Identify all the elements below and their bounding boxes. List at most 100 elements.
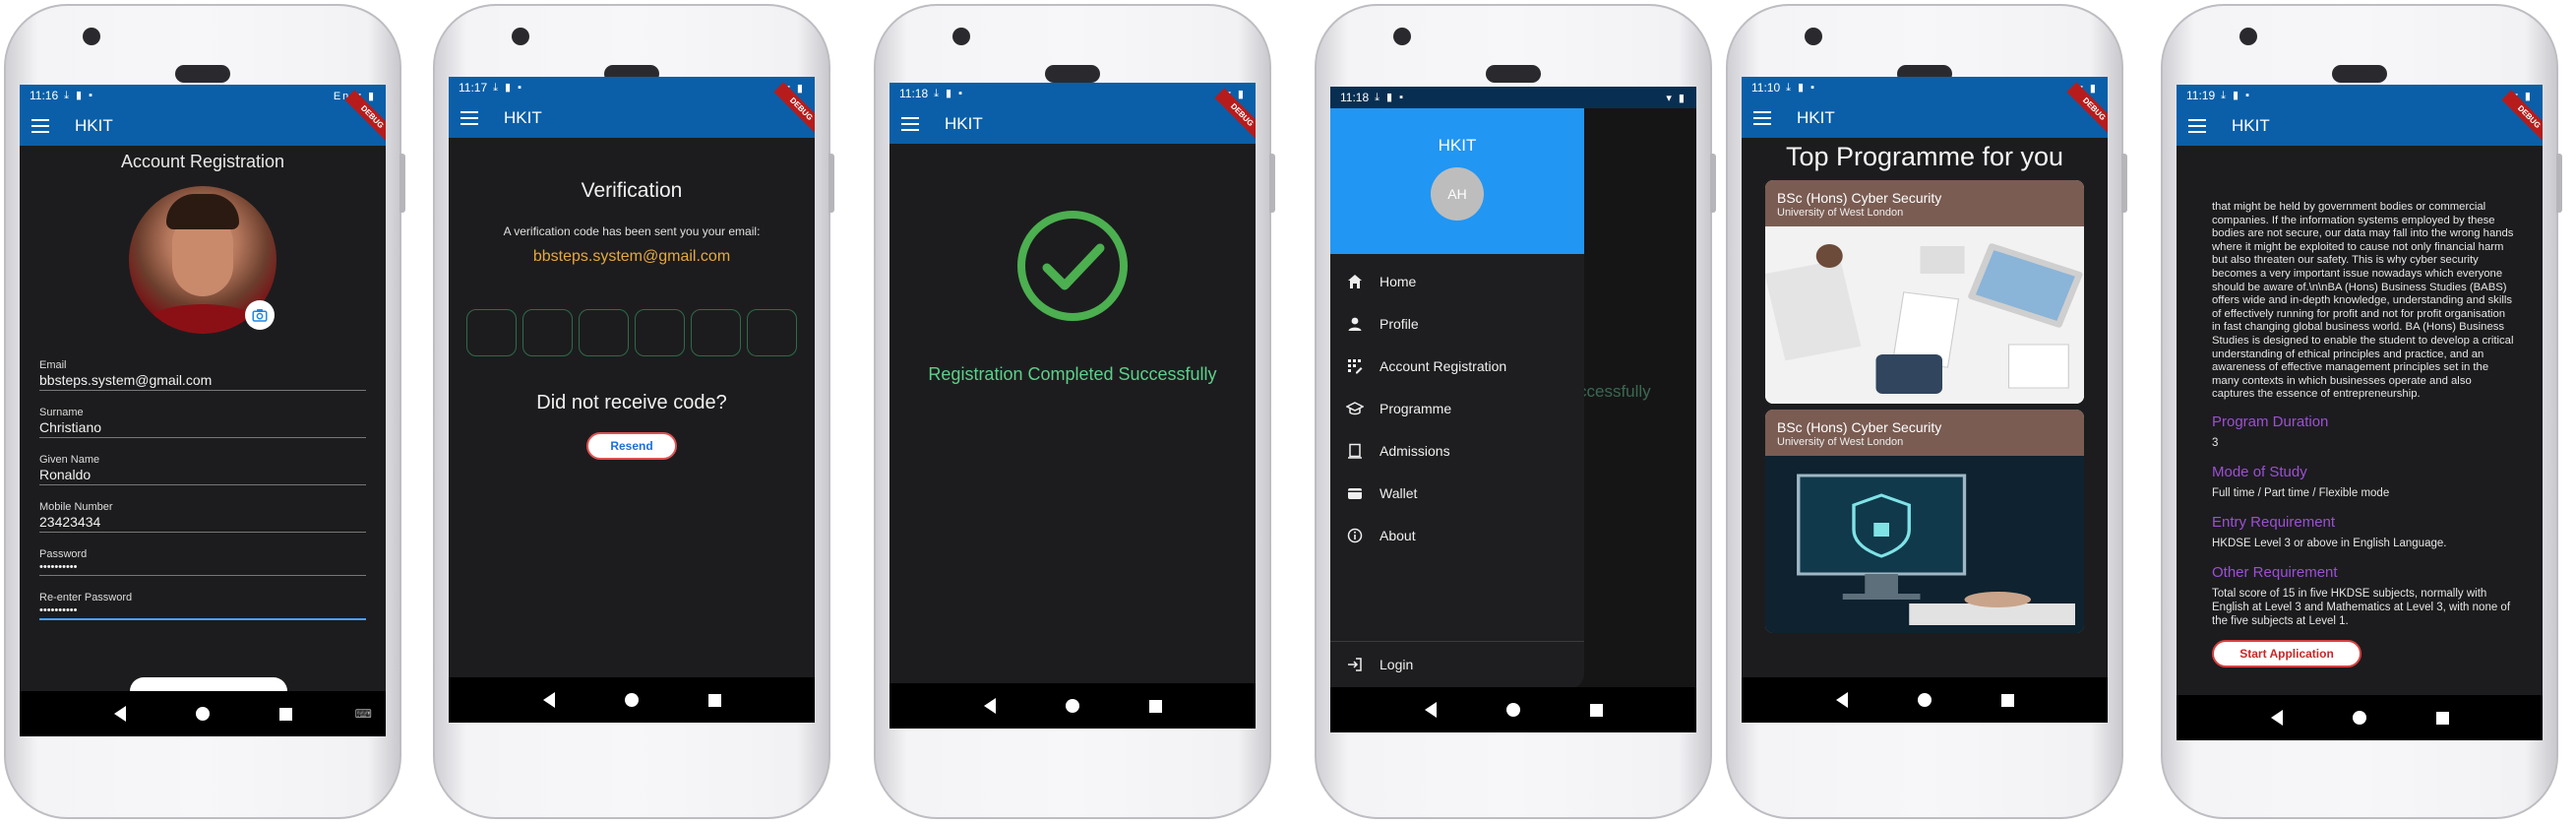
notification-icons: ⤓ ▮ ▪ xyxy=(493,82,524,94)
phone-programmes: 11:10 ⤓ ▮ ▪ ▾ ▮ HKIT DEBUG Top Programme… xyxy=(1726,4,2127,819)
menu-icon[interactable] xyxy=(901,117,919,131)
front-camera xyxy=(2239,28,2257,45)
power-button xyxy=(1269,154,1275,213)
card-image-cyber-security xyxy=(1765,456,2084,633)
admissions-icon xyxy=(1344,440,1366,462)
drawer-item-wallet[interactable]: Wallet xyxy=(1330,472,1584,514)
power-button xyxy=(399,154,405,213)
drawer-item-login[interactable]: Login xyxy=(1330,643,1584,685)
drawer-item-account-registration[interactable]: Account Registration xyxy=(1330,345,1584,387)
user-avatar[interactable]: AH xyxy=(1431,167,1484,221)
field-label: Re-enter Password xyxy=(39,592,133,603)
menu-icon[interactable] xyxy=(31,119,49,133)
home-icon[interactable] xyxy=(624,693,639,707)
page-title: Account Registration xyxy=(120,152,285,171)
description-scroll[interactable]: that might be held by government bodies … xyxy=(2177,146,2543,406)
recents-icon[interactable] xyxy=(2435,711,2449,725)
status-bar: 11:19 ⤓ ▮ ▪ ▾ ▮ xyxy=(2177,85,2543,106)
drawer-item-label: Programme xyxy=(1380,400,1452,416)
mobile-number-field[interactable]: Mobile Number 23423434 xyxy=(39,501,366,533)
drawer-item-profile[interactable]: Profile xyxy=(1330,302,1584,345)
info-icon xyxy=(1344,525,1366,546)
password-field[interactable]: Password •••••••••• xyxy=(39,548,366,576)
phone-programme-detail: 11:19 ⤓ ▮ ▪ ▾ ▮ HKIT DEBUG that might be… xyxy=(2161,4,2562,819)
card-header: BSc (Hons) Cyber Security University of … xyxy=(1765,410,2084,456)
code-digit-box[interactable] xyxy=(635,309,685,356)
system-nav-bar xyxy=(449,677,815,723)
home-icon[interactable] xyxy=(1065,699,1079,713)
card-title: BSc (Hons) Cyber Security xyxy=(1777,190,1942,206)
app-title: HKIT xyxy=(1797,108,1835,127)
camera-icon[interactable] xyxy=(245,300,275,330)
code-digit-box[interactable] xyxy=(466,309,517,356)
success-message: Registration Completed Successfully xyxy=(928,364,1217,384)
drawer-item-admissions[interactable]: Admissions xyxy=(1330,429,1584,472)
home-icon[interactable] xyxy=(2352,711,2366,725)
back-icon[interactable] xyxy=(1835,692,1848,708)
navigation-drawer: HKIT AH Home Profile Account Registratio… xyxy=(1330,108,1584,689)
notification-icons: ⤓ ▮ ▪ xyxy=(934,88,965,99)
screen: 11:10 ⤓ ▮ ▪ ▾ ▮ HKIT DEBUG Top Programme… xyxy=(1742,77,2108,723)
programme-description: that might be held by government bodies … xyxy=(2212,201,2514,401)
programme-card[interactable]: BSc (Hons) Cyber Security University of … xyxy=(1765,180,2084,404)
status-time: 11:17 xyxy=(459,81,488,95)
code-digit-box[interactable] xyxy=(691,309,741,356)
avatar-picker[interactable] xyxy=(129,186,276,334)
status-time: 11:18 xyxy=(899,87,929,100)
power-button xyxy=(1710,154,1716,213)
recents-icon[interactable] xyxy=(278,707,292,721)
recents-icon[interactable] xyxy=(1148,699,1162,713)
reenter-password-field[interactable]: Re-enter Password •••••••••• xyxy=(39,592,366,620)
system-nav-bar xyxy=(1742,677,2108,723)
back-icon[interactable] xyxy=(1424,702,1437,718)
back-icon[interactable] xyxy=(2270,710,2283,726)
back-icon[interactable] xyxy=(983,698,996,714)
status-bar: 11:18 ⤓ ▮ ▪ ▾ ▮ xyxy=(1330,87,1696,108)
field-value: 23423434 xyxy=(39,514,101,530)
screen: 11:18 ⤓ ▮ ▪ ▾ ▮ HKIT DEBUG Registration … xyxy=(889,83,1256,729)
keyboard-icon[interactable]: ⌨ xyxy=(355,707,372,721)
menu-icon[interactable] xyxy=(460,111,478,125)
back-icon[interactable] xyxy=(113,706,126,722)
start-application-button[interactable]: Start Application xyxy=(2212,640,2361,667)
given-name-field[interactable]: Given Name Ronaldo xyxy=(39,454,366,485)
field-label: Given Name xyxy=(39,454,100,466)
recents-icon[interactable] xyxy=(707,693,721,707)
home-icon[interactable] xyxy=(195,707,210,721)
app-bar: HKIT DEBUG xyxy=(20,90,386,146)
programme-card[interactable]: BSc (Hons) Cyber Security University of … xyxy=(1765,410,2084,633)
screen: 11:17 ⤓ ▮ ▪ ▾ ▮ HKIT DEBUG Verification … xyxy=(449,77,815,723)
notification-icons: ⤓ ▮ ▪ xyxy=(64,90,95,101)
code-digit-box[interactable] xyxy=(522,309,573,356)
recents-icon[interactable] xyxy=(1589,703,1603,717)
field-value: Ronaldo xyxy=(39,467,92,482)
app-title: HKIT xyxy=(2232,116,2270,135)
surname-field[interactable]: Surname Christiano xyxy=(39,407,366,438)
home-icon[interactable] xyxy=(1505,703,1520,717)
code-digit-box[interactable] xyxy=(747,309,797,356)
app-title: HKIT xyxy=(945,114,983,133)
section-heading-other: Other Requirement xyxy=(2212,564,2338,581)
front-camera xyxy=(1393,28,1411,45)
person-icon xyxy=(1344,313,1366,335)
menu-icon[interactable] xyxy=(2188,119,2206,133)
register-button[interactable] xyxy=(130,677,287,691)
app-bar: HKIT DEBUG xyxy=(1742,82,2108,138)
status-bar: 11:10 ⤓ ▮ ▪ ▾ ▮ xyxy=(1742,77,2108,98)
back-icon[interactable] xyxy=(542,692,555,708)
field-value: •••••••••• xyxy=(39,604,78,616)
drawer-item-programme[interactable]: Programme xyxy=(1330,387,1584,429)
home-icon[interactable] xyxy=(1917,693,1932,707)
status-time: 11:16 xyxy=(30,89,59,102)
code-input[interactable] xyxy=(449,309,815,356)
resend-button[interactable]: Resend xyxy=(586,432,677,460)
verification-title: Verification xyxy=(581,179,683,202)
recents-icon[interactable] xyxy=(2000,693,2014,707)
school-icon xyxy=(1344,398,1366,419)
drawer-item-home[interactable]: Home xyxy=(1330,260,1584,302)
earpiece-speaker xyxy=(1045,65,1100,83)
email-field[interactable]: Email bbsteps.system@gmail.com xyxy=(39,359,366,391)
menu-icon[interactable] xyxy=(1753,111,1771,125)
drawer-item-about[interactable]: About xyxy=(1330,514,1584,556)
code-digit-box[interactable] xyxy=(579,309,629,356)
